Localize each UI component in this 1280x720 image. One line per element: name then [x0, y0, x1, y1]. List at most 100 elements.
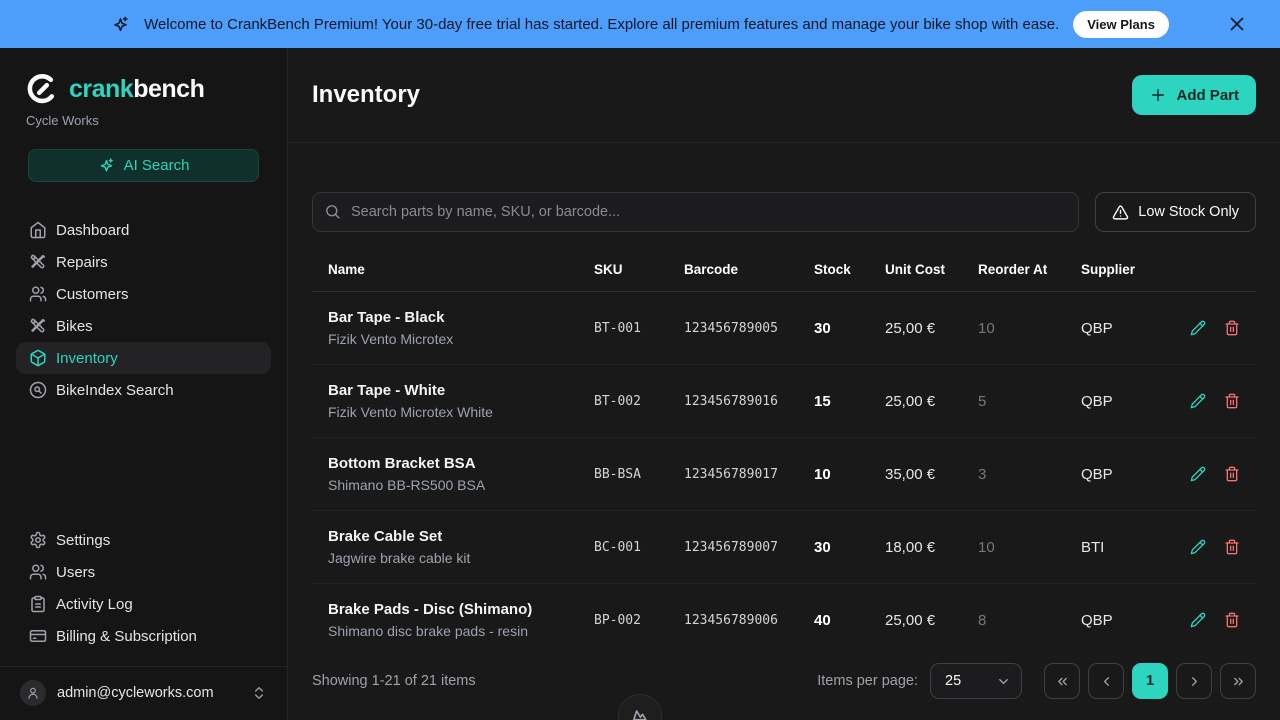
part-name: Brake Pads - Disc (Shimano): [328, 601, 594, 618]
shop-name: Cycle Works: [26, 113, 261, 128]
close-icon: [1226, 13, 1250, 35]
users-icon: [29, 285, 47, 303]
part-sku: BB-BSA: [594, 467, 684, 482]
part-name: Bar Tape - White: [328, 382, 594, 399]
edit-button[interactable]: [1190, 466, 1206, 482]
chevron-left-icon: [1099, 674, 1114, 689]
search-input[interactable]: [312, 192, 1079, 232]
items-per-page-select[interactable]: 25: [930, 663, 1022, 699]
plus-icon: [1149, 86, 1167, 104]
credit-card-icon: [29, 627, 47, 645]
first-page-button[interactable]: [1044, 663, 1080, 699]
clipboard-icon: [29, 595, 47, 613]
delete-button[interactable]: [1224, 539, 1240, 555]
delete-button[interactable]: [1224, 466, 1240, 482]
trash-icon: [1224, 320, 1240, 336]
banner-message: Welcome to CrankBench Premium! Your 30-d…: [144, 16, 1059, 33]
edit-button[interactable]: [1190, 539, 1206, 555]
part-reorder-at: 8: [978, 612, 1081, 629]
sparkles-icon: [111, 15, 130, 34]
part-reorder-at: 10: [978, 539, 1081, 556]
prev-page-button[interactable]: [1088, 663, 1124, 699]
edit-button[interactable]: [1190, 393, 1206, 409]
low-stock-filter-button[interactable]: Low Stock Only: [1095, 192, 1256, 232]
part-unit-cost: 25,00 €: [885, 393, 978, 410]
banner-close-button[interactable]: [1226, 12, 1250, 36]
sidebar-item-activity-log[interactable]: Activity Log: [16, 588, 271, 620]
column-header-name: Name: [328, 262, 594, 277]
part-supplier: QBP: [1081, 320, 1176, 337]
trash-icon: [1224, 466, 1240, 482]
part-supplier: QBP: [1081, 466, 1176, 483]
gear-icon: [29, 531, 47, 549]
avatar: [20, 680, 46, 706]
part-unit-cost: 18,00 €: [885, 539, 978, 556]
part-supplier: BTI: [1081, 539, 1176, 556]
sidebar-item-repairs[interactable]: Repairs: [16, 246, 271, 278]
box-icon: [29, 349, 47, 367]
part-sku: BC-001: [594, 540, 684, 555]
sidebar-item-customers[interactable]: Customers: [16, 278, 271, 310]
table-row: Brake Cable Set Jagwire brake cable kit …: [312, 511, 1256, 584]
part-name: Bottom Bracket BSA: [328, 455, 594, 472]
column-header-unit-cost: Unit Cost: [885, 262, 978, 277]
part-name: Brake Cable Set: [328, 528, 594, 545]
edit-button[interactable]: [1190, 320, 1206, 336]
ai-search-button[interactable]: AI Search: [28, 149, 259, 182]
table-footer: Showing 1-21 of 21 items Items per page:…: [312, 646, 1256, 720]
tools-icon: [29, 253, 47, 271]
part-barcode: 123456789006: [684, 613, 814, 628]
sidebar-item-bikes[interactable]: Bikes: [16, 310, 271, 342]
delete-button[interactable]: [1224, 612, 1240, 628]
part-stock: 30: [814, 320, 885, 337]
chevrons-left-icon: [1055, 674, 1070, 689]
part-reorder-at: 10: [978, 320, 1081, 337]
part-stock: 30: [814, 539, 885, 556]
part-barcode: 123456789005: [684, 321, 814, 336]
view-plans-button[interactable]: View Plans: [1073, 11, 1169, 38]
sidebar-item-billing[interactable]: Billing & Subscription: [16, 620, 271, 652]
table-row: Brake Pads - Disc (Shimano) Shimano disc…: [312, 584, 1256, 646]
part-reorder-at: 3: [978, 466, 1081, 483]
part-sku: BT-002: [594, 394, 684, 409]
users-icon: [29, 563, 47, 581]
trash-icon: [1224, 393, 1240, 409]
add-part-button[interactable]: Add Part: [1132, 75, 1256, 115]
page-number-button[interactable]: 1: [1132, 663, 1168, 699]
secondary-nav: Settings Users Activity Log Billing & Su…: [0, 524, 287, 652]
pencil-icon: [1190, 612, 1206, 628]
column-header-barcode: Barcode: [684, 262, 814, 277]
main-panel: Inventory Add Part: [288, 48, 1280, 720]
sidebar-item-bikeindex-search[interactable]: BikeIndex Search: [16, 374, 271, 406]
trial-banner: Welcome to CrankBench Premium! Your 30-d…: [0, 0, 1280, 48]
last-page-button[interactable]: [1220, 663, 1256, 699]
tools-icon: [29, 317, 47, 335]
warning-triangle-icon: [1112, 204, 1129, 221]
part-stock: 10: [814, 466, 885, 483]
table-body: Bar Tape - Black Fizik Vento Microtex BT…: [312, 292, 1256, 646]
inventory-content: Low Stock Only Name SKU Barcode Stock Un…: [288, 143, 1280, 720]
sidebar-item-users[interactable]: Users: [16, 556, 271, 588]
part-unit-cost: 25,00 €: [885, 320, 978, 337]
sidebar-item-inventory[interactable]: Inventory: [16, 342, 271, 374]
part-supplier: QBP: [1081, 393, 1176, 410]
part-description: Fizik Vento Microtex White: [328, 404, 594, 420]
table-row: Bottom Bracket BSA Shimano BB-RS500 BSA …: [312, 438, 1256, 511]
pencil-icon: [1190, 393, 1206, 409]
column-header-sku: SKU: [594, 262, 684, 277]
delete-button[interactable]: [1224, 393, 1240, 409]
search-circle-icon: [29, 381, 47, 399]
sparkles-icon: [98, 157, 115, 174]
user-menu[interactable]: admin@cycleworks.com: [0, 667, 287, 720]
sidebar-item-settings[interactable]: Settings: [16, 524, 271, 556]
part-barcode: 123456789017: [684, 467, 814, 482]
next-page-button[interactable]: [1176, 663, 1212, 699]
part-description: Shimano BB-RS500 BSA: [328, 477, 594, 493]
sidebar: crankbench Cycle Works AI Search Dashboa…: [0, 48, 288, 720]
page-title: Inventory: [312, 81, 420, 109]
sidebar-item-dashboard[interactable]: Dashboard: [16, 214, 271, 246]
pencil-icon: [1190, 466, 1206, 482]
part-description: Jagwire brake cable kit: [328, 550, 594, 566]
delete-button[interactable]: [1224, 320, 1240, 336]
edit-button[interactable]: [1190, 612, 1206, 628]
